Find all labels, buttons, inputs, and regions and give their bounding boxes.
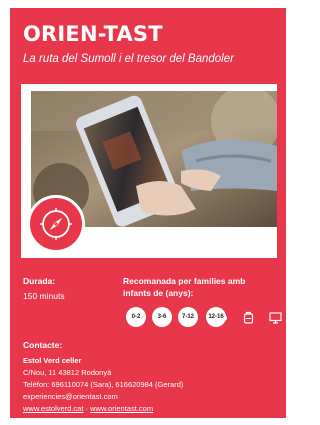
contact-name: Estol Verd celler <box>23 356 82 365</box>
age-badge: 12-16 <box>206 307 226 327</box>
age-badge: 7-12 <box>178 307 198 327</box>
screen-map-icon <box>265 307 286 328</box>
website-link-orientast[interactable]: www.orientast.com <box>90 404 153 413</box>
website-link-estolverd[interactable]: www.estolverd.cat <box>23 404 83 413</box>
recommended-label-line1: Recomanada per famílies amb <box>123 276 246 286</box>
contact-label: Contacte: <box>23 340 63 350</box>
backpack-icon <box>238 307 259 328</box>
contact-email[interactable]: experiencies@orientast.com <box>23 392 118 401</box>
compass-badge <box>27 195 85 253</box>
duration-label: Durada: <box>23 276 56 286</box>
page-title: ORIEN-TAST <box>23 22 163 46</box>
compass-icon <box>40 208 72 240</box>
recommended-label-line2: infants de (anys): <box>123 288 194 298</box>
age-badge: 3-6 <box>152 307 172 327</box>
page-subtitle: La ruta del Sumoll i el tresor del Bando… <box>23 53 234 65</box>
contact-address: C/Nou, 11 43812 Rodonyà <box>23 368 112 377</box>
contact-phone: Telèfon: 696110074 (Sara), 616620984 (Ge… <box>23 380 184 389</box>
contact-links: www.estolverd.cat · www.orientast.com <box>23 404 153 413</box>
age-badge: 0-2 <box>126 307 146 327</box>
duration-value: 150 minuts <box>23 291 65 301</box>
activity-card: ORIEN-TAST La ruta del Sumoll i el treso… <box>10 8 286 418</box>
